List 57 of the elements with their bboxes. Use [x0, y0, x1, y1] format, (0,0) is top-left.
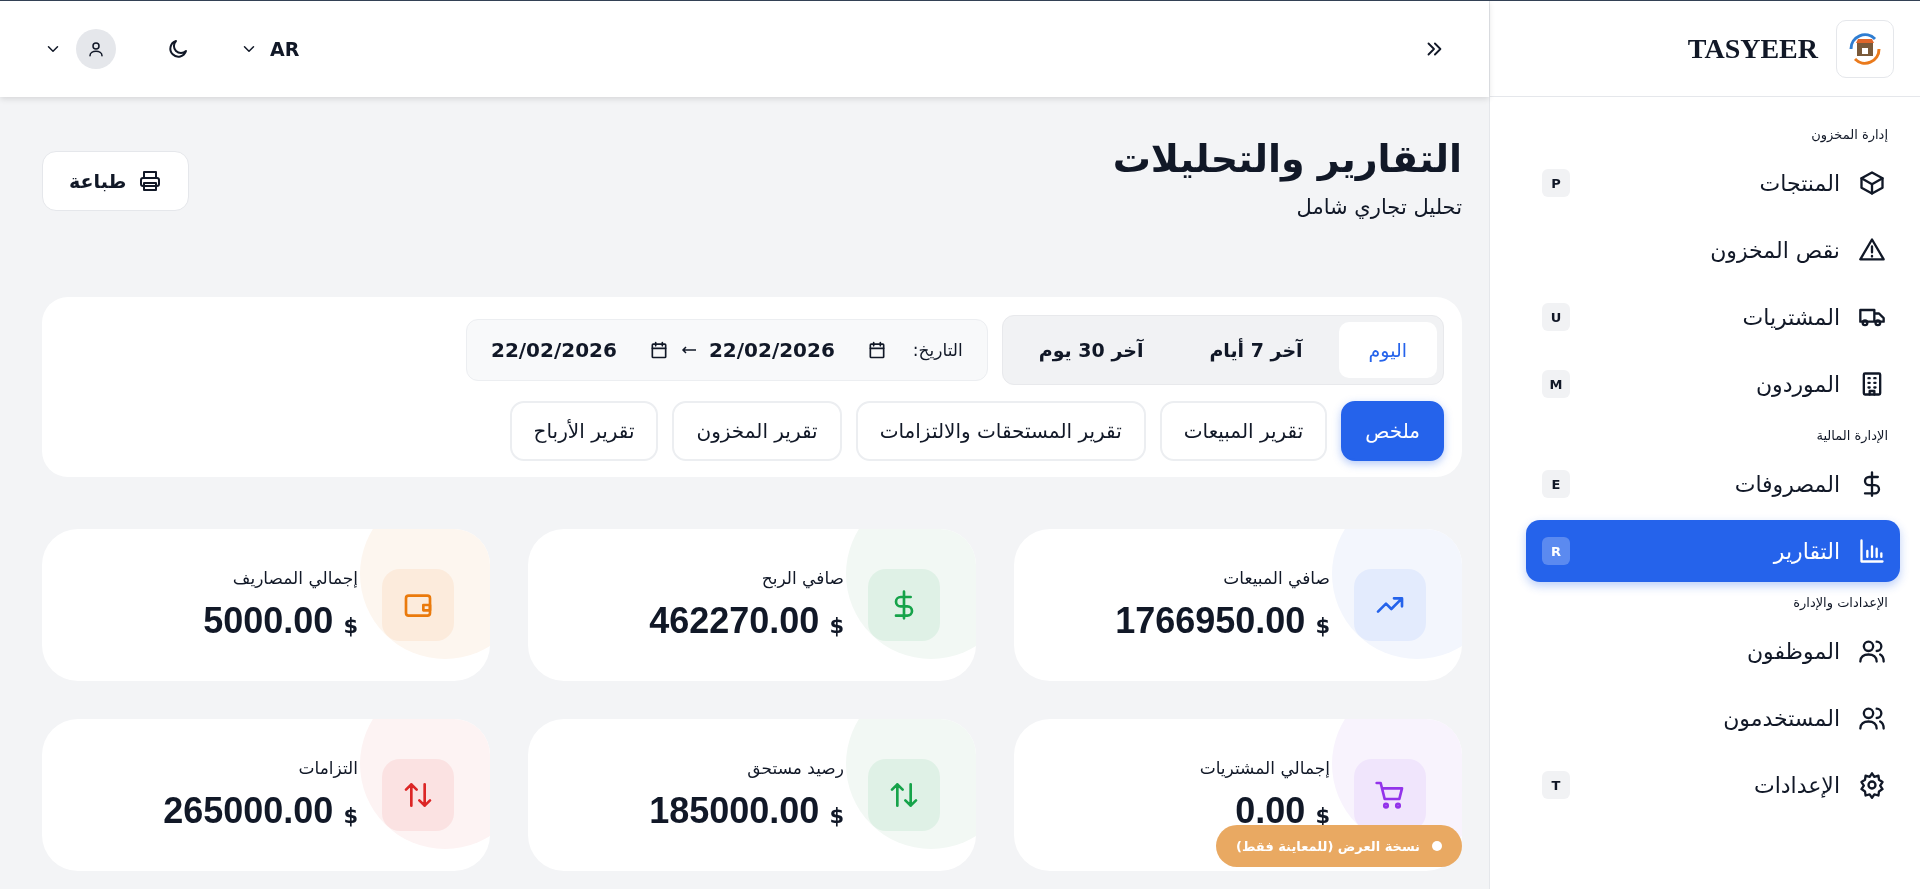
- shortcut-badge: M: [1542, 370, 1570, 398]
- box-icon: [1858, 169, 1886, 197]
- printer-icon: [138, 169, 163, 193]
- report-tab[interactable]: تقرير المخزون: [672, 401, 842, 461]
- warning-icon: [1858, 236, 1886, 264]
- date-label: التاريخ:: [912, 340, 963, 360]
- demo-badge: نسخة العرض (للمعاينة فقط): [1215, 825, 1462, 867]
- settings-icon: [1858, 771, 1886, 799]
- stat-label: إجمالي المصاريف: [231, 568, 358, 588]
- sidebar-item[interactable]: المستخدمون: [1526, 687, 1900, 749]
- report-tab[interactable]: تقرير المبيعات: [1159, 401, 1328, 461]
- shortcut-badge: R: [1542, 537, 1570, 565]
- stat-label: رصيد مستحق: [746, 758, 844, 778]
- shortcut-badge: T: [1542, 771, 1570, 799]
- brand-name: TASYEER: [1687, 32, 1818, 65]
- period-tab[interactable]: اليوم: [1338, 322, 1437, 378]
- report-tab[interactable]: تقرير الأرباح: [509, 401, 659, 461]
- stat-value: 185000.00: [649, 790, 820, 832]
- stat-label: صافي المبيعات: [1222, 568, 1330, 588]
- section-heading: إدارة المخزون: [1810, 127, 1889, 142]
- cart-icon: [1374, 779, 1406, 811]
- period-tab[interactable]: آخر 7 أيام: [1179, 322, 1333, 378]
- language-selector[interactable]: AR: [234, 37, 306, 61]
- status-dot: [1432, 841, 1442, 851]
- currency-symbol: $: [829, 804, 844, 828]
- currency-symbol: $: [1315, 614, 1330, 638]
- stat-label: صافي الربح: [760, 568, 844, 588]
- section-heading: الإعدادات والإدارة: [1792, 595, 1889, 610]
- page-title: التقارير والتحليلات: [1112, 137, 1462, 181]
- currency-symbol: $: [343, 804, 358, 828]
- stat-value: 462270.00: [649, 600, 820, 642]
- user-icon: [87, 40, 105, 58]
- date-field[interactable]: 22/02/2026: [491, 338, 669, 362]
- currency-symbol: $: [343, 614, 358, 638]
- section-heading: الإدارة المالية: [1815, 428, 1889, 443]
- print-button[interactable]: طباعة: [42, 151, 190, 211]
- stat-label: التزامات: [297, 758, 358, 778]
- currency-symbol: $: [1315, 804, 1330, 828]
- date-field[interactable]: 22/02/2026: [708, 338, 887, 362]
- sidebar-item[interactable]: نقص المخزون: [1526, 219, 1900, 281]
- stat-value: 5000.00: [203, 600, 334, 642]
- shortcut-badge: P: [1542, 169, 1570, 197]
- currency-symbol: $: [829, 614, 844, 638]
- page-subtitle: تحليل تجاري شامل: [1295, 195, 1462, 219]
- moon-icon: [166, 37, 190, 61]
- sidebar-item[interactable]: الموظفون: [1526, 620, 1900, 682]
- report-tab[interactable]: ملخص: [1341, 401, 1444, 461]
- shortcut-badge: E: [1542, 470, 1570, 498]
- report-tab[interactable]: تقرير المستحقات والالتزامات: [855, 401, 1146, 461]
- shortcut-badge: U: [1542, 303, 1570, 331]
- period-tab[interactable]: آخر 30 يوم: [1008, 322, 1174, 378]
- bar-chart-icon: [1858, 537, 1886, 565]
- stat-value: 1766950.00: [1115, 600, 1306, 642]
- stat-label: إجمالي المشتريات: [1199, 758, 1330, 778]
- logo-icon: [1836, 19, 1894, 78]
- arrow-icon: [680, 345, 697, 355]
- stat-value: 265000.00: [163, 790, 334, 832]
